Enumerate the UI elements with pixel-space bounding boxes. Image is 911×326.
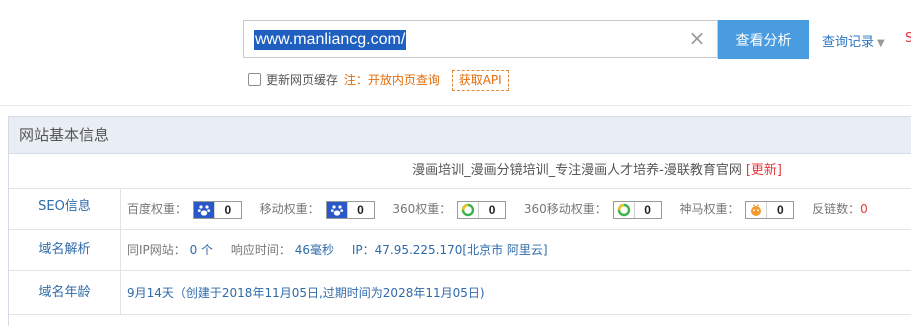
url-input[interactable]: www.manliancg.com/ × (243, 20, 718, 58)
seo-metrics: 百度权重： 0 移动权重： 0 360权重： 0 360移动权重： 0 神马权重… (127, 189, 882, 229)
360-weight: 360权重： 0 (392, 189, 507, 230)
site-title: 漫画培训_漫画分镜培训_专注漫画人才培养-漫联教育官网 (412, 163, 742, 178)
ip-info[interactable]: IP：47.95.225.170[北京市 阿里云] (352, 243, 548, 257)
dns-label: 域名解析 (9, 230, 121, 270)
response-time-label: 响应时间： (230, 243, 291, 257)
seo-row: SEO信息 百度权重： 0 移动权重： 0 360权重： 0 360移动权重： … (9, 189, 911, 230)
clear-icon[interactable]: × (687, 28, 707, 48)
backlinks-label: 反链数： (812, 202, 861, 216)
response-time-value: 46毫秒 (294, 243, 335, 257)
metric-value: 0 (633, 201, 661, 218)
metric-value: 0 (346, 201, 374, 218)
baidu-weight: 百度权重： 0 (127, 189, 242, 230)
metric-value: 0 (766, 201, 793, 218)
360-mobile-weight: 360移动权重： 0 (524, 189, 662, 230)
dns-values: 同IP网站： 0 个 响应时间： 46毫秒 IP：47.95.225.170[北… (127, 230, 562, 270)
shenma-weight-badge[interactable]: 0 (745, 200, 795, 219)
360-mobile-weight-badge[interactable]: 0 (612, 200, 662, 219)
seo-label: SEO信息 (9, 189, 121, 229)
domain-age-row: 域名年龄 9月14天（创建于2018年11月05日,过期时间为2028年11月0… (9, 271, 911, 315)
metric-label: 百度权重： (127, 202, 188, 216)
update-cache-label[interactable]: 更新网页缓存 (266, 73, 338, 87)
analyze-button[interactable]: 查看分析 (718, 20, 809, 59)
baidu-paw-icon (326, 201, 347, 218)
mobile-weight: 移动权重： 0 (260, 189, 375, 230)
same-ip-label: 同IP网站： (127, 243, 186, 257)
360-logo-icon (458, 202, 478, 218)
baidu-weight-badge[interactable]: 0 (192, 200, 242, 219)
backlinks-value[interactable]: 0 (860, 202, 868, 216)
site-info-panel: 网站基本信息 漫画培训_漫画分镜培训_专注漫画人才培养-漫联教育官网 [更新] S… (8, 116, 911, 326)
metric-label: 360移动权重： (523, 202, 607, 216)
panel-heading: 网站基本信息 (9, 116, 911, 154)
dns-row: 域名解析 同IP网站： 0 个 响应时间： 46毫秒 IP：47.95.225.… (9, 230, 911, 271)
chevron-down-icon: ▼ (877, 38, 885, 49)
domain-age-value: 9月14天（创建于2018年11月05日,过期时间为2028年11月05日) (127, 286, 485, 300)
metric-label: 360权重： (392, 202, 452, 216)
metric-label: 神马权重： (679, 202, 740, 216)
search-options: 更新网页缓存 注：开放内页查询 获取API (248, 70, 509, 91)
update-title-link[interactable]: [更新] (746, 163, 782, 178)
get-api-button[interactable]: 获取API (451, 70, 509, 91)
same-ip-value[interactable]: 0 个 (190, 243, 213, 257)
metric-value: 0 (478, 201, 505, 218)
cut-off-menu-text[interactable]: S (905, 31, 911, 46)
mobile-weight-badge[interactable]: 0 (325, 200, 375, 219)
baidu-paw-icon (193, 201, 214, 218)
query-history-dropdown[interactable]: 查询记录 ▼ (822, 31, 885, 50)
update-cache-checkbox[interactable] (248, 73, 261, 86)
360-weight-badge[interactable]: 0 (457, 200, 507, 219)
360-logo-icon (614, 202, 634, 218)
divider (0, 105, 911, 106)
metric-value: 0 (213, 201, 241, 218)
inner-page-note[interactable]: 注：开放内页查询 (344, 73, 440, 87)
site-title-row: 漫画培训_漫画分镜培训_专注漫画人才培养-漫联教育官网 [更新] (9, 154, 911, 189)
metric-label: 移动权重： (259, 202, 320, 216)
domain-age-label: 域名年龄 (9, 271, 121, 314)
shenma-logo-icon (746, 202, 766, 218)
shenma-weight: 神马权重： 0 (679, 189, 795, 230)
backlinks: 反链数：0 (812, 189, 868, 230)
url-input-value[interactable]: www.manliancg.com/ (254, 30, 407, 50)
query-history-label: 查询记录 (822, 35, 875, 50)
